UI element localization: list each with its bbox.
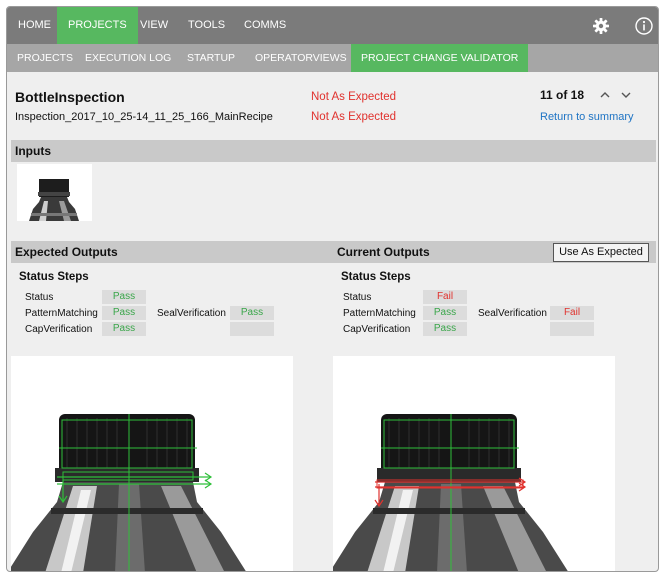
nav-projects[interactable]: PROJECTS	[57, 7, 138, 44]
inputs-header: Inputs	[11, 140, 656, 162]
nav-home[interactable]: HOME	[7, 7, 62, 44]
nav-view[interactable]: VIEW	[129, 7, 179, 44]
current-capverification-badge: Pass	[423, 322, 467, 336]
expected-status-badge: Pass	[102, 290, 146, 304]
expected-capverification-badge: Pass	[102, 322, 146, 336]
input-image-thumbnail[interactable]	[17, 164, 92, 221]
current-patternmatching-badge: Pass	[423, 306, 467, 320]
project-status: Not As Expected	[311, 91, 397, 103]
tab-projects[interactable]: PROJECTS	[7, 44, 83, 72]
project-name: BottleInspection	[15, 89, 125, 105]
return-to-summary-link[interactable]: Return to summary	[540, 111, 634, 123]
app-window: HOME PROJECTS VIEW TOOLS COMMS PROJECTS …	[6, 6, 659, 572]
expected-output-image[interactable]	[11, 356, 293, 571]
expected-patternmatching-label: PatternMatching	[25, 308, 98, 319]
expected-sealverification-label: SealVerification	[157, 308, 226, 319]
inspection-name: Inspection_2017_10_25-14_11_25_166_MainR…	[15, 111, 273, 123]
tab-execution-log[interactable]: EXECUTION LOG	[75, 44, 181, 72]
tab-operatorviews[interactable]: OPERATORVIEWS	[245, 44, 357, 72]
current-status-badge: Fail	[423, 290, 467, 304]
inspection-status: Not As Expected	[311, 111, 397, 123]
gear-icon[interactable]	[591, 16, 611, 36]
use-as-expected-button[interactable]: Use As Expected	[553, 243, 649, 262]
current-sealverification-badge: Fail	[550, 306, 594, 320]
nav-tools[interactable]: TOOLS	[177, 7, 236, 44]
current-capverification-label: CapVerification	[343, 324, 411, 335]
expected-patternmatching-badge: Pass	[102, 306, 146, 320]
current-empty-badge	[550, 322, 594, 336]
current-output-image[interactable]	[333, 356, 615, 571]
expected-sealverification-badge: Pass	[230, 306, 274, 320]
expected-status-steps-title: Status Steps	[19, 271, 89, 283]
expected-empty-badge	[230, 322, 274, 336]
chevron-up-icon[interactable]	[599, 89, 611, 101]
tab-project-change-validator[interactable]: PROJECT CHANGE VALIDATOR	[351, 44, 529, 72]
sub-nav: PROJECTS EXECUTION LOG STARTUP OPERATORV…	[7, 44, 658, 72]
expected-status-label: Status	[25, 292, 54, 303]
top-nav: HOME PROJECTS VIEW TOOLS COMMS	[7, 7, 658, 44]
current-sealverification-label: SealVerification	[478, 308, 547, 319]
current-patternmatching-label: PatternMatching	[343, 308, 416, 319]
current-status-label: Status	[343, 292, 372, 303]
nav-comms[interactable]: COMMS	[233, 7, 297, 44]
current-status-steps-title: Status Steps	[341, 271, 411, 283]
record-counter: 11 of 18	[540, 88, 585, 102]
info-icon[interactable]	[634, 16, 654, 36]
chevron-down-icon[interactable]	[620, 89, 632, 101]
expected-capverification-label: CapVerification	[25, 324, 93, 335]
expected-outputs-header: Expected Outputs	[15, 245, 118, 259]
current-outputs-header: Current Outputs	[337, 245, 430, 259]
tab-startup[interactable]: STARTUP	[177, 44, 245, 72]
